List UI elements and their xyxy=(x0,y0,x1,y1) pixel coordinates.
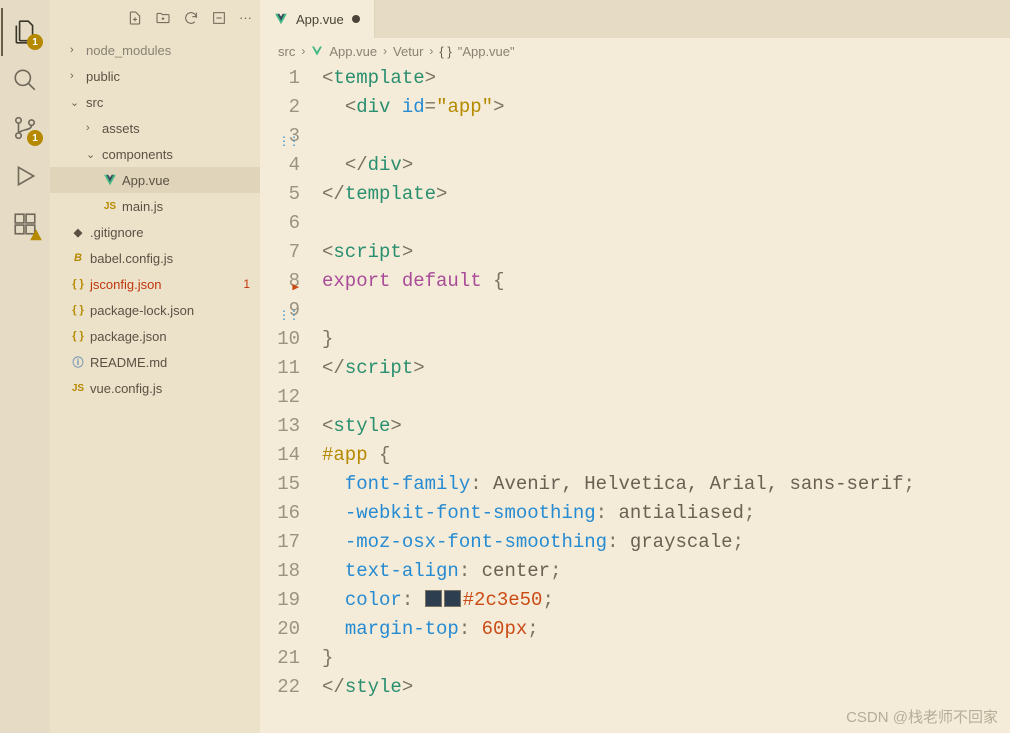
code-editor[interactable]: 123⋮⋮45678▶9⋮⋮10111213141516171819202122… xyxy=(260,64,1010,733)
new-folder-icon[interactable] xyxy=(155,10,171,26)
tree-item-label: public xyxy=(86,69,120,84)
file-main.js[interactable]: JS main.js xyxy=(50,193,260,219)
breadcrumb-part[interactable]: App.vue xyxy=(329,44,377,59)
tree-item-label: README.md xyxy=(90,355,167,370)
tab-bar: App.vue xyxy=(260,0,1010,38)
tree-item-label: vue.config.js xyxy=(90,381,162,396)
git-icon: ◆ xyxy=(70,226,86,239)
file-package-lock.json[interactable]: { } package-lock.json xyxy=(50,297,260,323)
line-gutter: 123⋮⋮45678▶9⋮⋮10111213141516171819202122 xyxy=(260,64,322,733)
explorer-sidebar: ··· › node_modules › public ⌄ src › assets ⌄ comp… xyxy=(50,0,260,733)
json-icon: { } xyxy=(70,278,86,290)
scm-badge: 1 xyxy=(27,130,43,146)
tree-item-label: jsconfig.json xyxy=(90,277,162,292)
activity-bar: 1 1 xyxy=(0,0,50,733)
file-.gitignore[interactable]: ◆ .gitignore xyxy=(50,219,260,245)
tab-app-vue[interactable]: App.vue xyxy=(260,0,375,38)
activity-scm[interactable]: 1 xyxy=(1,104,49,152)
breadcrumb-part[interactable]: Vetur xyxy=(393,44,423,59)
tree-item-label: babel.config.js xyxy=(90,251,173,266)
tree-item-label: package.json xyxy=(90,329,167,344)
chevron-right-icon: › xyxy=(383,44,387,58)
explorer-badge: 1 xyxy=(27,34,43,50)
tree-item-label: .gitignore xyxy=(90,225,143,240)
file-tree: › node_modules › public ⌄ src › assets ⌄ componen… xyxy=(50,35,260,733)
activity-debug[interactable] xyxy=(1,152,49,200)
error-count: 1 xyxy=(243,277,250,291)
warning-icon xyxy=(29,228,43,242)
refresh-icon[interactable] xyxy=(183,10,199,26)
new-file-icon[interactable] xyxy=(127,10,143,26)
folder-node_modules[interactable]: › node_modules xyxy=(50,37,260,63)
tree-item-label: main.js xyxy=(122,199,163,214)
folder-components[interactable]: ⌄ components xyxy=(50,141,260,167)
play-icon xyxy=(12,163,38,189)
folder-assets[interactable]: › assets xyxy=(50,115,260,141)
breadcrumbs[interactable]: src › App.vue › Vetur › { } "App.vue" xyxy=(260,38,1010,64)
more-icon[interactable]: ··· xyxy=(239,10,252,25)
file-package.json[interactable]: { } package.json xyxy=(50,323,260,349)
explorer-header: ··· xyxy=(50,0,260,35)
file-vue.config.js[interactable]: JS vue.config.js xyxy=(50,375,260,401)
breadcrumb-part[interactable]: src xyxy=(278,44,295,59)
breadcrumb-part[interactable]: "App.vue" xyxy=(458,44,515,59)
vue-icon xyxy=(102,173,118,187)
chevron-right-icon: › xyxy=(86,122,98,134)
dirty-indicator xyxy=(352,15,360,23)
chevron-right-icon: › xyxy=(70,44,82,56)
editor-area: App.vue src › App.vue › Vetur › { } "App… xyxy=(260,0,1010,733)
extensions-warning-badge xyxy=(29,228,43,242)
json-icon: { } xyxy=(70,304,86,316)
activity-search[interactable] xyxy=(1,56,49,104)
code-content[interactable]: <template> <div id="app"> </div></templa… xyxy=(322,64,1010,733)
chevron-right-icon: › xyxy=(429,44,433,58)
tree-item-label: App.vue xyxy=(122,173,170,188)
file-jsconfig.json[interactable]: { } jsconfig.json 1 xyxy=(50,271,260,297)
watermark: CSDN @栈老师不回家 xyxy=(846,706,998,727)
json-icon: { } xyxy=(70,330,86,342)
activity-extensions[interactable] xyxy=(1,200,49,248)
braces-icon: { } xyxy=(439,44,451,59)
chevron-right-icon: › xyxy=(70,70,82,82)
vue-icon xyxy=(274,12,288,26)
vue-icon xyxy=(311,45,323,57)
js-icon: JS xyxy=(70,383,86,394)
collapse-icon[interactable] xyxy=(211,10,227,26)
js-icon: JS xyxy=(102,201,118,212)
file-babel.config.js[interactable]: Bbabel.config.js xyxy=(50,245,260,271)
file-README.md[interactable]: ⓘ README.md xyxy=(50,349,260,375)
file-App.vue[interactable]: App.vue xyxy=(50,167,260,193)
chevron-down-icon: ⌄ xyxy=(70,96,82,109)
search-icon xyxy=(12,67,38,93)
babel-icon: B xyxy=(70,252,86,264)
activity-explorer[interactable]: 1 xyxy=(1,8,49,56)
chevron-down-icon: ⌄ xyxy=(86,148,98,161)
info-icon: ⓘ xyxy=(70,354,86,370)
folder-public[interactable]: › public xyxy=(50,63,260,89)
tree-item-label: src xyxy=(86,95,103,110)
tree-item-label: assets xyxy=(102,121,140,136)
tree-item-label: components xyxy=(102,147,173,162)
folder-src[interactable]: ⌄ src xyxy=(50,89,260,115)
tab-label: App.vue xyxy=(296,12,344,27)
tree-item-label: node_modules xyxy=(86,43,171,58)
tree-item-label: package-lock.json xyxy=(90,303,194,318)
chevron-right-icon: › xyxy=(301,44,305,58)
